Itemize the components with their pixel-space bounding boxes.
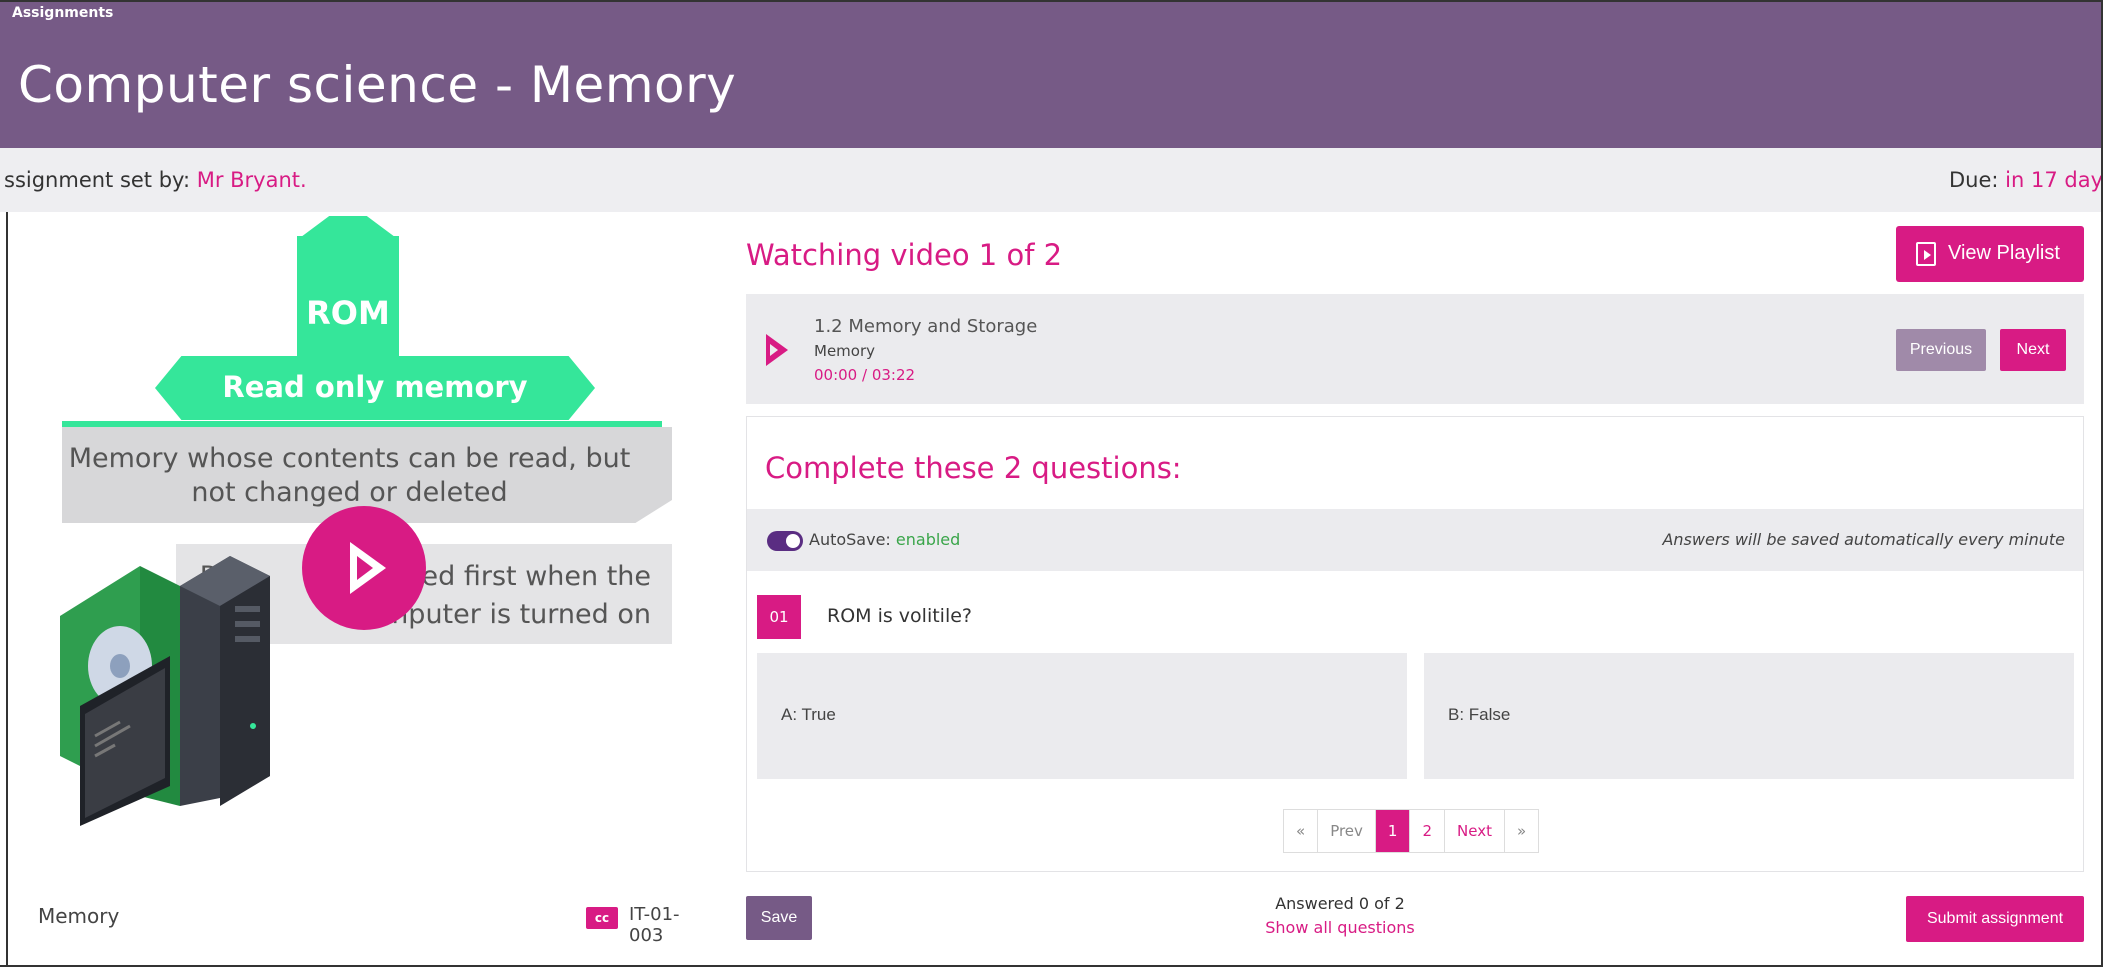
save-button[interactable]: Save [746,896,812,940]
submit-assignment-button[interactable]: Submit assignment [1906,896,2084,942]
show-all-questions-link[interactable]: Show all questions [1100,916,1580,940]
now-playing-time: 00:00 / 03:22 [814,366,916,384]
video-footer: Memory cc IT-01-003 [10,892,695,946]
questions-panel: Complete these 2 questions: AutoSave: en… [746,416,2084,872]
autosave-note: Answers will be saved automatically ever… [1662,530,2065,549]
view-playlist-button[interactable]: View Playlist [1896,226,2084,282]
video-name: Memory [38,904,120,928]
autosave-bar: AutoSave: enabled Answers will be saved … [747,509,2083,571]
page-header: Assignments Computer science - Memory [0,2,2101,148]
now-playing-subtitle: Memory [814,342,876,360]
slide-divider [62,421,662,427]
autosave-status: AutoSave: enabled [809,530,960,549]
pager-page-1[interactable]: 1 [1375,810,1411,852]
play-icon-cutout [770,344,778,356]
answered-summary: Answered 0 of 2 Show all questions [1100,892,1580,940]
pager-page-2[interactable]: 2 [1410,810,1446,852]
teacher-name: Mr Bryant. [196,168,307,192]
autosave-toggle[interactable] [767,531,803,551]
questions-heading: Complete these 2 questions: [765,451,1182,485]
video-player[interactable]: ROM Read only memory Memory whose conten… [10,216,695,866]
playlist-icon [1916,242,1936,266]
slide-definition: Memory whose contents can be read, but n… [68,443,631,508]
page-frame: Assignments Computer science - Memory ss… [0,0,2103,967]
now-playing-title: 1.2 Memory and Storage [814,316,1038,337]
question-number-badge: 01 [757,595,801,639]
pager-next[interactable]: Next [1445,810,1505,852]
due-date: Due: in 17 day [1949,168,2103,192]
slide-rom-title: ROM [306,294,390,332]
question-pagination: « Prev 1 2 Next » [1283,809,1540,853]
answer-option-a[interactable]: A: True [757,653,1407,779]
breadcrumb[interactable]: Assignments [12,5,113,21]
pager-first[interactable]: « [1284,810,1319,852]
pager-prev[interactable]: Prev [1318,810,1376,852]
previous-video-button[interactable]: Previous [1896,329,1986,371]
video-code: IT-01-003 [629,904,680,946]
autosave-state: enabled [895,530,961,549]
due-label: Due: [1949,168,2006,192]
assignment-meta-bar: ssignment set by: Mr Bryant. Due: in 17 … [0,148,2103,212]
assignment-set-by: ssignment set by: Mr Bryant. [4,168,307,192]
next-video-button[interactable]: Next [2000,329,2066,371]
play-icon-cutout [357,556,373,580]
closed-captions-icon[interactable]: cc [586,907,618,929]
slide-rom-subtitle: Read only memory [222,370,528,404]
question-text: ROM is volitile? [827,605,973,627]
pager-last[interactable]: » [1505,810,1538,852]
autosave-label: AutoSave: [809,530,896,549]
set-by-label: ssignment set by: [4,168,197,192]
page-title: Computer science - Memory [18,56,737,114]
answer-option-a-label: A: True [781,705,836,724]
answer-option-b-label: B: False [1448,705,1511,724]
now-playing-bar: 1.2 Memory and Storage Memory 00:00 / 03… [746,294,2084,404]
video-play-button[interactable] [302,506,426,630]
due-value: in 17 day [2005,168,2103,192]
view-playlist-label: View Playlist [1948,242,2060,264]
computer-tower-illustration [60,556,270,826]
answered-count: Answered 0 of 2 [1275,894,1405,913]
left-border [6,212,8,965]
watching-status: Watching video 1 of 2 [746,238,1063,272]
answer-option-b[interactable]: B: False [1424,653,2074,779]
